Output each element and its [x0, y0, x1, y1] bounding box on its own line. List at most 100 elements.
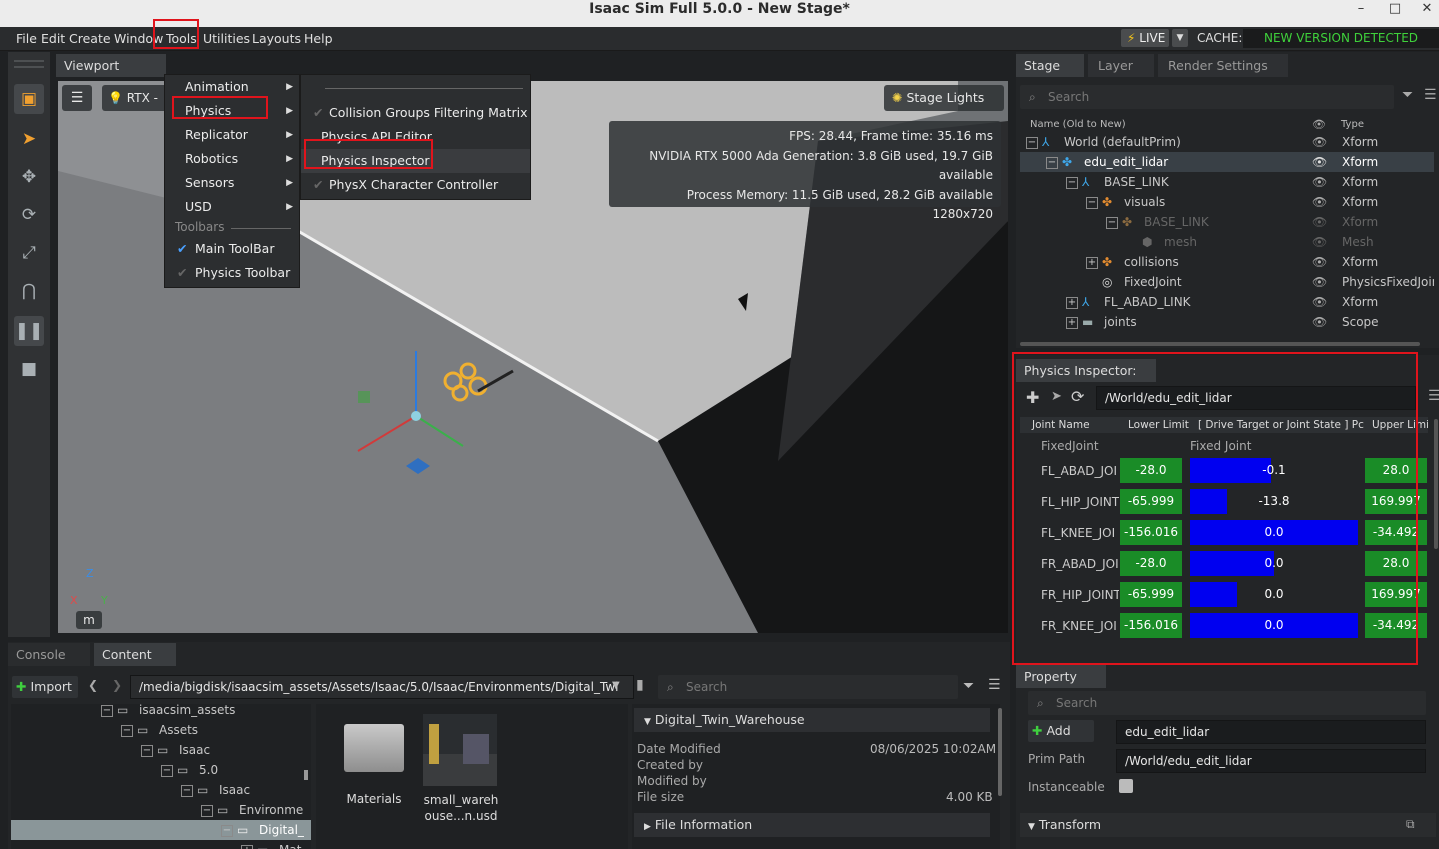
import-button[interactable]: ✚ Import — [12, 676, 78, 698]
renderer-selector[interactable]: 💡 RTX - — [102, 85, 168, 111]
menu-item-usd[interactable]: USD ▶ — [165, 195, 299, 219]
visibility-icon[interactable]: 👁 — [1312, 132, 1327, 152]
maximize-button[interactable]: □ — [1380, 0, 1410, 20]
move-icon[interactable]: ✥ — [14, 162, 44, 192]
menu-item-sensors[interactable]: Sensors ▶ — [165, 171, 299, 195]
visibility-icon[interactable]: 👁 — [1312, 252, 1327, 272]
modified-by-label: Modified by — [637, 774, 707, 788]
new-version-notice[interactable]: NEW VERSION DETECTED — [1243, 29, 1439, 48]
tree-folder-assets[interactable]: − ▭ Assets — [11, 720, 311, 740]
tree-folder-isaac[interactable]: − ▭ Isaac — [11, 740, 311, 760]
tree-row-fixedjoint[interactable]: ◎ FixedJoint 👁 PhysicsFixedJoin — [1020, 272, 1434, 292]
tree-folder-environments[interactable]: − ▭ Environme — [11, 800, 311, 820]
visibility-icon[interactable]: 👁 — [1312, 272, 1327, 292]
menu-item-replicator[interactable]: Replicator ▶ — [165, 123, 299, 147]
menu-item-main-toolbar[interactable]: ✔ Main ToolBar — [165, 237, 299, 261]
tree-folder-materials[interactable]: + ▭ Mat — [11, 840, 311, 849]
file-usd-label[interactable]: small_wareh ouse...n.usd — [420, 792, 502, 824]
rotate-icon[interactable]: ⟳ — [14, 200, 44, 230]
instanceable-checkbox[interactable] — [1119, 779, 1133, 793]
tab-content[interactable]: Content — [94, 643, 176, 666]
unit-button[interactable]: m — [76, 611, 102, 629]
settings-sliders-icon[interactable]: ☰ — [62, 85, 92, 111]
back-icon[interactable]: ❮ — [88, 678, 98, 692]
tree-folder-isaac-sub[interactable]: − ▭ Isaac — [11, 780, 311, 800]
menu-create[interactable]: Create — [69, 31, 111, 46]
stage-search-input[interactable]: ⌕ Search — [1020, 85, 1394, 109]
tab-render-settings[interactable]: Render Settings — [1158, 54, 1288, 77]
file-information-header[interactable]: ▶ File Information — [634, 813, 990, 837]
prim-path-field[interactable]: /World/edu_edit_lidar — [1116, 749, 1426, 773]
menu-help[interactable]: Help — [304, 31, 333, 46]
forward-icon[interactable]: ❯ — [112, 678, 122, 692]
add-button[interactable]: ✚ Add — [1028, 720, 1094, 742]
visibility-icon[interactable]: 👁 — [1312, 172, 1327, 192]
content-path-field[interactable]: /media/bigdisk/isaacsim_assets/Assets/Is… — [130, 675, 634, 699]
property-search-input[interactable]: ⌕ Search — [1028, 691, 1426, 715]
select-arrow-icon[interactable]: ➤ — [14, 124, 44, 154]
usd-thumbnail[interactable] — [423, 714, 497, 786]
tree-row-base-link[interactable]: − ⅄ BASE_LINK 👁 Xform — [1020, 172, 1434, 192]
menu-edit[interactable]: Edit — [41, 31, 65, 46]
vertical-scrollbar[interactable] — [1434, 419, 1438, 549]
tab-stage[interactable]: Stage — [1016, 54, 1084, 77]
horizontal-scrollbar[interactable] — [1020, 342, 1420, 346]
tree-row-joints[interactable]: + ▬ joints 👁 Scope — [1020, 312, 1434, 332]
menu-item-robotics[interactable]: Robotics ▶ — [165, 147, 299, 171]
bookmark-icon[interactable]: ▮ — [636, 677, 644, 693]
options-menu-icon[interactable]: ☰ — [988, 677, 1001, 693]
live-dropdown-icon[interactable]: ▼ — [1172, 29, 1188, 47]
tree-row-collisions[interactable]: + ✤ collisions 👁 Xform — [1020, 252, 1434, 272]
filter-icon[interactable]: ⏷ — [963, 678, 974, 694]
tree-row-mesh[interactable]: ⬢ mesh 👁 Mesh — [1020, 232, 1434, 252]
tree-row-fl-abad-link[interactable]: + ⅄ FL_ABAD_LINK 👁 Xform — [1020, 292, 1434, 312]
tab-viewport[interactable]: Viewport — [56, 54, 166, 77]
snap-magnet-icon[interactable]: ⋂ — [14, 276, 44, 306]
menu-file[interactable]: File — [16, 31, 37, 46]
visibility-icon[interactable]: 👁 — [1312, 212, 1327, 232]
tree-row-visuals[interactable]: − ✤ visuals 👁 Xform — [1020, 192, 1434, 212]
visibility-icon[interactable]: 👁 — [1312, 192, 1327, 212]
tab-console[interactable]: Console — [8, 643, 90, 666]
minimize-button[interactable]: – — [1346, 0, 1376, 20]
tree-folder-5-0[interactable]: − ▭ 5.0 — [11, 760, 311, 780]
tree-scrollbar[interactable] — [304, 770, 308, 780]
tree-row-edu-edit-lidar[interactable]: − ✤ edu_edit_lidar 👁 Xform — [1020, 152, 1434, 172]
pause-icon[interactable]: ❚❚ — [14, 316, 44, 346]
file-materials-label[interactable]: Materials — [336, 792, 412, 806]
close-button[interactable]: ✕ — [1412, 0, 1439, 20]
stop-icon[interactable]: ■ — [14, 354, 44, 384]
options-menu-icon[interactable]: ☰ — [1428, 388, 1439, 404]
transform-section-header[interactable]: ▼ Transform — [1020, 813, 1436, 837]
options-menu-icon[interactable]: ☰ — [1424, 87, 1437, 103]
select-mode-icon[interactable]: ▣ — [14, 84, 44, 114]
live-button[interactable]: ⚡ LIVE — [1121, 29, 1169, 47]
menu-item-physx-character-controller[interactable]: ✔ PhysX Character Controller — [301, 173, 530, 197]
prim-name-field[interactable]: edu_edit_lidar — [1116, 720, 1426, 744]
menu-layouts[interactable]: Layouts — [252, 31, 301, 46]
tree-folder-digital-twin[interactable]: − ▭ Digital_ — [11, 820, 311, 840]
content-search-input[interactable]: ⌕ Search — [658, 675, 958, 699]
visibility-icon[interactable]: 👁 — [1312, 152, 1327, 172]
tree-folder-isaacsim-assets[interactable]: − ▭ isaacsim_assets — [11, 704, 311, 720]
file-information-label: File Information — [654, 817, 753, 832]
visibility-icon[interactable]: 👁 — [1312, 292, 1327, 312]
filter-icon[interactable]: ⏷ — [1402, 87, 1413, 103]
menu-utilities[interactable]: Utilities — [203, 31, 250, 46]
folder-icon: ▭ — [257, 840, 268, 849]
tree-row-world[interactable]: − ⅄ World (defaultPrim) 👁 Xform — [1020, 132, 1434, 152]
transform-options-icon[interactable]: ⧉ — [1406, 817, 1415, 832]
tree-row-visuals-base-link[interactable]: − ✤ BASE_LINK 👁 Xform — [1020, 212, 1434, 232]
tab-property[interactable]: Property — [1016, 665, 1106, 688]
path-dropdown-icon[interactable]: ▼ — [612, 680, 620, 691]
visibility-icon[interactable]: 👁 — [1312, 232, 1327, 252]
stage-lights-button[interactable]: ✺ Stage Lights — [884, 85, 1004, 111]
folder-thumbnail-icon[interactable] — [344, 724, 404, 772]
visibility-icon[interactable]: 👁 — [1312, 312, 1327, 332]
menu-item-physics-toolbar[interactable]: ✔ Physics Toolbar — [165, 261, 299, 285]
tab-layer[interactable]: Layer — [1088, 54, 1154, 77]
menu-item-collision-groups[interactable]: ✔ Collision Groups Filtering Matrix — [301, 101, 530, 125]
details-scrollbar[interactable] — [998, 708, 1002, 796]
details-header[interactable]: ▼ Digital_Twin_Warehouse — [634, 708, 990, 732]
scale-icon[interactable]: ⤢ — [14, 238, 44, 268]
